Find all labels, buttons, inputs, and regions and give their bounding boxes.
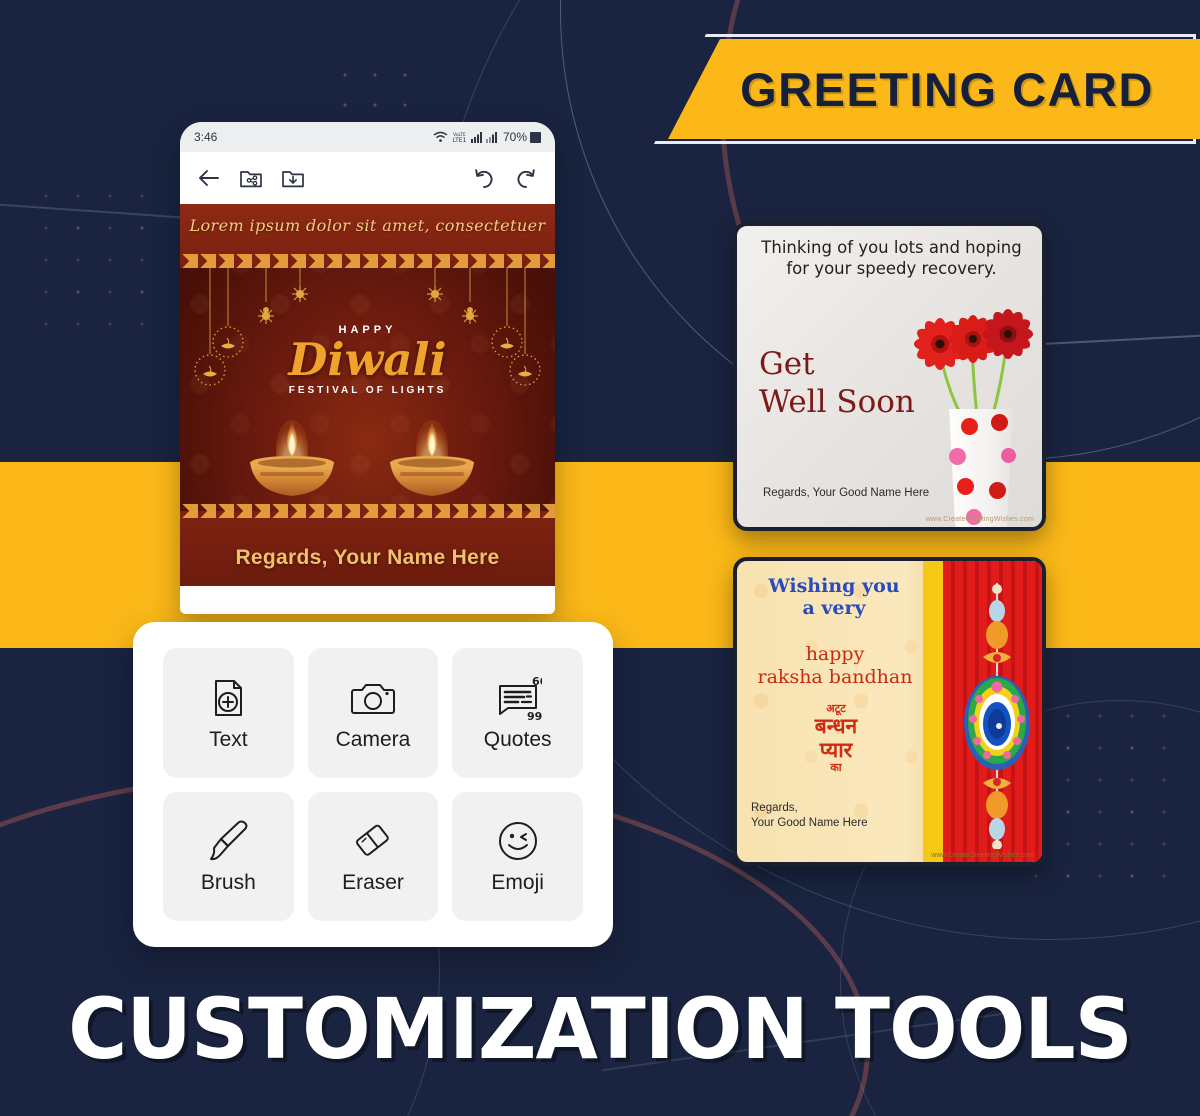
raksha-signature-line1: Regards, (751, 801, 798, 814)
redo-icon[interactable] (513, 165, 539, 191)
footer-title: CUSTOMIZATION TOOLS (68, 980, 1133, 1078)
svg-text:99: 99 (527, 710, 542, 722)
get-well-signature: Regards, Your Good Name Here (763, 487, 930, 499)
tool-label: Brush (200, 871, 256, 895)
toolbar-right-actions (471, 165, 539, 191)
raksha-line1: Wishing you a very (759, 575, 909, 620)
battery-percent-label: 70% (502, 130, 527, 144)
wifi-icon (433, 131, 448, 142)
signal-bars-icon (470, 132, 482, 143)
tool-button-camera[interactable]: Camera (307, 648, 439, 778)
get-well-message: Thinking of you lots and hoping for your… (761, 238, 1022, 278)
tool-label: Eraser (342, 871, 404, 895)
card-watermark: www.CreateGreetingWishes.com (931, 852, 1034, 859)
raksha-signature: Regards, Your Good Name Here (751, 801, 868, 832)
tool-button-text[interactable]: Text (163, 648, 294, 778)
phone-mockup: 3:46 VoLTE LTE1 70% Lorem ipsum dolor si… (180, 122, 555, 614)
customization-tools-panel: Text Camera 66 99 Quotes Brush (133, 622, 613, 947)
status-bar-time: 3:46 (194, 130, 218, 144)
tool-button-brush[interactable]: Brush (163, 791, 294, 921)
polka-dot-vase-icon (949, 409, 1013, 527)
hindi-line2-text: प्यार (819, 737, 853, 762)
share-folder-icon[interactable] (238, 165, 264, 191)
tool-button-quotes[interactable]: 66 99 Quotes (452, 648, 583, 778)
vase-dot (961, 418, 978, 435)
diya-lamp-icon (250, 420, 334, 496)
phone-screen-filler (180, 586, 555, 614)
sample-card-get-well-soon[interactable]: Thinking of you lots and hoping for your… (733, 222, 1046, 531)
add-text-document-icon (215, 679, 243, 716)
vase-dot (949, 448, 966, 465)
vase-dot (991, 414, 1008, 431)
header-banner: GREETING CARD (636, 34, 1200, 144)
card-signature-text[interactable]: Regards, Your Name Here (180, 546, 555, 570)
card-watermark: www.CreateGreetingWishes.com (925, 516, 1034, 523)
banner-fill: GREETING CARD (668, 39, 1200, 139)
greeting-sub-label: FESTIVAL OF LIGHTS (288, 385, 447, 397)
raksha-line1-text: Wishing you (768, 575, 900, 597)
tool-button-emoji[interactable]: Emoji (452, 791, 583, 921)
camera-icon (350, 683, 395, 714)
dot-grid-pattern (30, 180, 160, 340)
eraser-icon (356, 824, 389, 856)
status-bar-indicators: VoLTE LTE1 70% (433, 130, 541, 144)
decorative-triangle-strip (180, 254, 555, 268)
tool-label: Quotes (483, 727, 552, 751)
svg-text:66: 66 (532, 675, 542, 688)
hindi-tail-text: का (830, 761, 842, 775)
tool-label: Camera (335, 727, 411, 751)
decorative-triangle-strip (180, 504, 555, 518)
raksha-line2-text: a very (802, 597, 866, 620)
get-well-title-line1: Get (759, 346, 815, 382)
hindi-line1-text: बन्धन (814, 714, 858, 739)
diwali-greeting: HAPPY Diwali FESTIVAL OF LIGHTS (180, 324, 555, 396)
sample-card-raksha-bandhan[interactable]: Wishing you a very happy raksha bandhan … (733, 557, 1046, 866)
vase-dot (957, 478, 974, 495)
winking-smiley-icon (498, 822, 537, 861)
status-bar: 3:46 VoLTE LTE1 70% (180, 122, 555, 152)
diya-lamp-icon (390, 420, 474, 496)
raksha-hindi-text: अटूट बन्धन प्यार का (751, 702, 921, 775)
rakhi-ornament-icon (964, 583, 1030, 849)
dot-grid-pattern (330, 60, 420, 120)
undo-icon[interactable] (471, 165, 497, 191)
back-arrow-icon[interactable] (196, 165, 222, 191)
raksha-line2: happy raksha bandhan (745, 643, 925, 689)
paint-brush-icon (210, 820, 248, 861)
raksha-signature-line2: Your Good Name Here (751, 817, 868, 830)
editor-toolbar (180, 152, 555, 204)
card-canvas[interactable]: Lorem ipsum dolor sit amet, consectetuer (180, 204, 555, 586)
raksha-happy-text: happy (805, 643, 865, 665)
greeting-main-label: Diwali (288, 333, 447, 386)
banner-title: GREETING CARD (740, 62, 1154, 116)
download-folder-icon[interactable] (280, 165, 306, 191)
yellow-stripe (923, 561, 943, 862)
vase-dot (989, 482, 1006, 499)
signal-bars-icon (485, 132, 497, 143)
card-header-text[interactable]: Lorem ipsum dolor sit amet, consectetuer (180, 216, 555, 235)
get-well-title-line2: Well Soon (759, 383, 915, 420)
battery-icon (530, 131, 541, 143)
toolbar-left-actions (196, 165, 306, 191)
raksha-bandhan-text: raksha bandhan (757, 665, 913, 688)
get-well-title: Get Well Soon (759, 346, 915, 422)
tool-button-eraser[interactable]: Eraser (307, 791, 439, 921)
tool-label: Text (209, 727, 248, 751)
svg-text:LTE1: LTE1 (453, 137, 467, 143)
tool-label: Emoji (491, 871, 544, 895)
quotes-bubble-icon: 66 99 (498, 675, 542, 722)
vase-dot (1001, 448, 1016, 463)
volte-icon: VoLTE LTE1 (453, 132, 467, 143)
